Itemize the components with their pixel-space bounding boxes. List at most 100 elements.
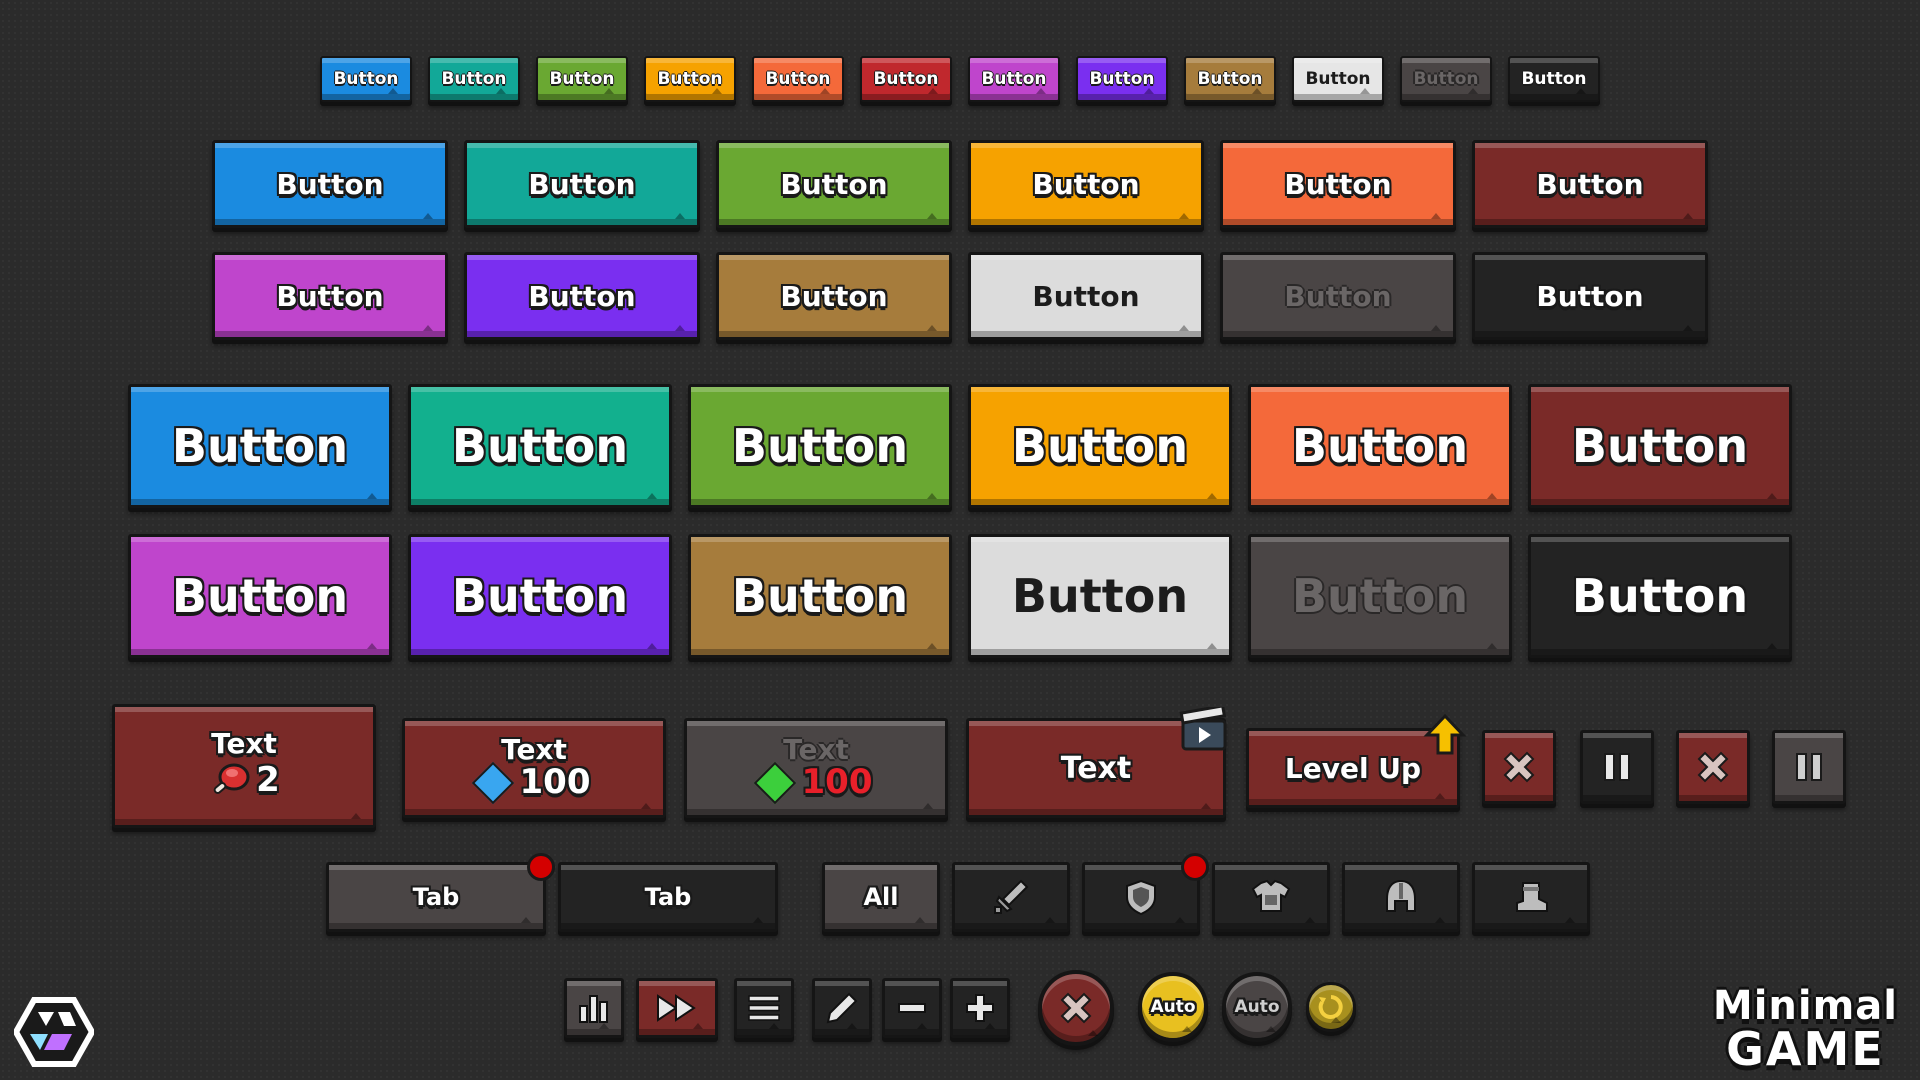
button-md-5[interactable]: Button — [1220, 140, 1456, 228]
tab-inactive[interactable]: Tab — [558, 862, 778, 932]
button-md-4[interactable]: Button — [968, 252, 1204, 340]
button-label: Button — [1521, 69, 1587, 89]
minus-icon — [898, 1003, 926, 1013]
filter-armor-tab[interactable] — [1212, 862, 1330, 932]
green-gem-cost-text: Text — [783, 733, 849, 767]
button-xs-9[interactable]: Button — [1184, 56, 1276, 102]
close-round-button[interactable] — [1038, 970, 1114, 1046]
button-xs-1[interactable]: Button — [320, 56, 412, 102]
auto-on-label: Auto — [1150, 997, 1196, 1017]
button-xs-6[interactable]: Button — [860, 56, 952, 102]
button-md-6[interactable]: Button — [1472, 252, 1708, 340]
close-icon — [1697, 751, 1729, 783]
bar-chart-icon — [579, 995, 608, 1023]
video-ad-button[interactable]: Text — [966, 707, 1227, 818]
plus-button[interactable] — [950, 978, 1010, 1038]
button-label: Button — [1284, 167, 1392, 201]
boot-icon — [1516, 882, 1548, 912]
button-md-2[interactable]: Button — [464, 140, 700, 228]
button-label: Button — [1571, 419, 1749, 473]
button-label: Button — [276, 279, 384, 313]
button-lg-5[interactable]: Button — [1248, 534, 1512, 658]
button-label: Button — [1011, 569, 1189, 623]
stats-button[interactable] — [564, 978, 624, 1038]
button-label: Button — [1536, 167, 1644, 201]
button-md-1[interactable]: Button — [212, 252, 448, 340]
button-lg-6[interactable]: Button — [1528, 384, 1792, 508]
pause-button-gray-2[interactable] — [1772, 730, 1846, 804]
md-button-row-1: Button Button Button Button Button Button — [0, 140, 1920, 228]
auto-on-button[interactable]: Auto — [1138, 972, 1208, 1042]
filter-all-tab[interactable]: All — [822, 862, 940, 932]
button-md-1[interactable]: Button — [212, 140, 448, 228]
button-lg-5[interactable]: Button — [1248, 384, 1512, 508]
brand-line-2: GAME — [1726, 1022, 1885, 1076]
button-xs-5[interactable]: Button — [752, 56, 844, 102]
button-lg-3[interactable]: Button — [688, 534, 952, 658]
close-button-red-2[interactable] — [1676, 730, 1750, 804]
button-xs-8[interactable]: Button — [1076, 56, 1168, 102]
button-label: Button — [549, 69, 615, 89]
notification-dot — [527, 853, 555, 881]
button-label: Button — [780, 279, 888, 313]
button-label: Button — [765, 69, 831, 89]
button-lg-6[interactable]: Button — [1528, 534, 1792, 658]
meat-cost-text: Text — [211, 727, 277, 761]
button-label: Button — [451, 419, 629, 473]
button-xs-4[interactable]: Button — [644, 56, 736, 102]
close-icon — [1503, 751, 1535, 783]
fast-forward-button[interactable] — [636, 978, 718, 1038]
diamond-cost-button[interactable]: Text 100 — [402, 718, 666, 818]
brand-logo-text: Minimal GAME — [1713, 986, 1898, 1072]
up-arrow-icon — [1423, 713, 1467, 755]
filter-helmet-tab[interactable] — [1342, 862, 1460, 932]
close-icon — [1060, 992, 1092, 1024]
button-md-2[interactable]: Button — [464, 252, 700, 340]
button-lg-4[interactable]: Button — [968, 534, 1232, 658]
button-md-3[interactable]: Button — [716, 140, 952, 228]
edit-button[interactable] — [812, 978, 872, 1038]
menu-button[interactable] — [734, 978, 794, 1038]
button-label: Button — [1536, 279, 1644, 313]
button-xs-10[interactable]: Button — [1292, 56, 1384, 102]
green-gem-cost-button-disabled[interactable]: Text 100 — [684, 718, 948, 818]
button-lg-1[interactable]: Button — [128, 384, 392, 508]
button-md-5[interactable]: Button — [1220, 252, 1456, 340]
button-xs-3[interactable]: Button — [536, 56, 628, 102]
button-lg-4[interactable]: Button — [968, 384, 1232, 508]
refresh-button[interactable] — [1306, 982, 1356, 1032]
button-lg-2[interactable]: Button — [408, 534, 672, 658]
meat-cost-button[interactable]: Text 2 — [112, 704, 376, 828]
pencil-icon — [826, 992, 858, 1024]
button-lg-1[interactable]: Button — [128, 534, 392, 658]
button-md-4[interactable]: Button — [968, 140, 1204, 228]
studio-logo-icon — [14, 997, 94, 1067]
pause-button-dark-1[interactable] — [1580, 730, 1654, 804]
button-xs-2[interactable]: Button — [428, 56, 520, 102]
filter-sword-tab[interactable] — [952, 862, 1070, 932]
button-label: Button — [780, 167, 888, 201]
tab-inactive-label: Tab — [644, 883, 692, 911]
button-label: Button — [1032, 279, 1140, 313]
button-label: Button — [657, 69, 723, 89]
button-lg-2[interactable]: Button — [408, 384, 672, 508]
filter-boot-tab[interactable] — [1472, 862, 1590, 932]
notification-dot — [1181, 853, 1209, 881]
auto-off-button[interactable]: Auto — [1222, 972, 1292, 1042]
fast-forward-icon — [657, 994, 696, 1022]
button-xs-11[interactable]: Button — [1400, 56, 1492, 102]
close-button-red-1[interactable] — [1482, 730, 1556, 804]
filter-shield-tab[interactable] — [1082, 853, 1209, 932]
filter-all-label: All — [863, 883, 899, 911]
level-up-button[interactable]: Level Up — [1246, 713, 1467, 808]
button-xs-12[interactable]: Button — [1508, 56, 1600, 102]
button-lg-3[interactable]: Button — [688, 384, 952, 508]
minus-button[interactable] — [882, 978, 942, 1038]
button-md-3[interactable]: Button — [716, 252, 952, 340]
button-xs-7[interactable]: Button — [968, 56, 1060, 102]
helmet-icon — [1386, 879, 1416, 912]
button-label: Button — [873, 69, 939, 89]
tab-active[interactable]: Tab — [326, 853, 555, 932]
video-ad-icon — [1179, 707, 1227, 751]
button-md-6[interactable]: Button — [1472, 140, 1708, 228]
